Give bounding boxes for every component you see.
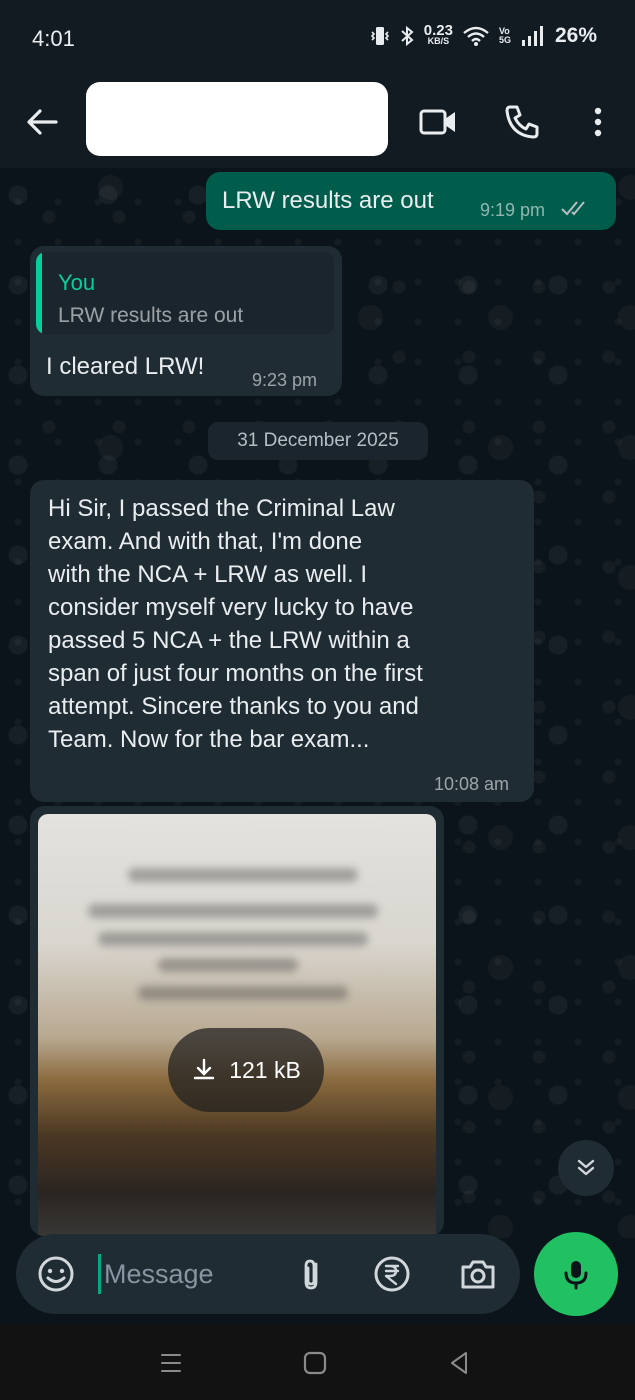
home-icon[interactable] — [300, 1348, 330, 1378]
message-time: 10:08 am — [434, 774, 510, 794]
back-nav-icon[interactable] — [444, 1348, 474, 1378]
image-message[interactable]: 121 kB — [30, 806, 444, 1236]
message-line: attempt. Sincere thanks to you and — [48, 693, 419, 720]
download-size: 121 kB — [229, 1056, 301, 1083]
quote-author: You — [58, 270, 96, 295]
text-cursor — [98, 1254, 101, 1294]
network-speed-value: 0.23 — [423, 22, 453, 39]
more-vert-icon[interactable] — [576, 100, 620, 144]
volte-bottom: 5G — [498, 35, 511, 45]
network-speed-unit: KB/S — [427, 36, 450, 46]
wifi-icon — [463, 26, 489, 46]
volte-indicator: Vo 5G — [499, 27, 511, 45]
blurred-image-preview[interactable]: 121 kB — [38, 814, 436, 1236]
recent-apps-icon[interactable] — [156, 1348, 186, 1378]
message-line: span of just four months on the first — [48, 660, 423, 687]
message-line: Hi Sir, I passed the Criminal Law — [48, 495, 395, 522]
date-separator: 31 December 2025 — [208, 422, 428, 460]
message-line: with the NCA + LRW as well. I — [48, 561, 368, 588]
message-line: consider myself very lucky to have — [48, 594, 414, 621]
blurred-text-line — [88, 904, 378, 918]
message-time: 9:19 pm — [480, 200, 546, 220]
double-check-icon — [561, 201, 585, 216]
download-button[interactable]: 121 kB — [168, 1028, 324, 1112]
outgoing-message[interactable]: LRW results are out 9:19 pm — [206, 172, 616, 230]
battery-percent: 26% — [554, 24, 597, 47]
contact-name[interactable] — [86, 82, 388, 156]
chevrons-down-icon — [577, 1159, 595, 1176]
blurred-text-line — [128, 868, 358, 882]
message-text: LRW results are out — [222, 187, 434, 214]
sticker-icon[interactable] — [36, 1254, 76, 1294]
message-line: exam. And with that, I'm done — [48, 528, 363, 555]
signal-icon — [521, 26, 543, 46]
status-time: 4:01 — [32, 26, 75, 51]
scroll-to-bottom-button[interactable] — [558, 1140, 614, 1196]
chat-header — [0, 78, 635, 168]
blurred-text-line — [98, 932, 368, 946]
phone-icon[interactable] — [500, 100, 544, 144]
network-speed: 0.23 KB/S — [423, 22, 453, 46]
voice-message-button[interactable] — [534, 1232, 618, 1316]
bluetooth-icon — [401, 25, 414, 47]
quote-text: LRW results are out — [58, 304, 244, 327]
blurred-text-line — [138, 986, 348, 1000]
system-navigation-bar — [0, 1324, 635, 1400]
rupee-icon[interactable] — [372, 1254, 412, 1294]
vibrate-icon — [370, 27, 389, 45]
compose-bar — [16, 1234, 520, 1314]
arrow-left-icon[interactable] — [22, 102, 62, 142]
incoming-message[interactable]: You LRW results are out I cleared LRW! 9… — [30, 246, 342, 396]
message-text: Hi Sir, I passed the Criminal Law exam. … — [48, 492, 423, 756]
quote-accent-bar — [36, 252, 42, 334]
blurred-text-line — [158, 958, 298, 972]
quoted-message[interactable]: You LRW results are out — [36, 252, 334, 334]
download-icon — [193, 1058, 215, 1080]
mic-icon — [564, 1261, 588, 1290]
paperclip-icon[interactable] — [292, 1254, 332, 1294]
camera-icon[interactable] — [458, 1254, 498, 1294]
status-icons: 0.23 KB/S Vo 5G 26% — [370, 22, 597, 48]
video-call-icon[interactable] — [416, 100, 460, 144]
message-time: 9:23 pm — [252, 370, 318, 390]
status-bar: 4:01 0.23 KB/S Vo 5G 26% — [0, 0, 635, 78]
incoming-message[interactable]: Hi Sir, I passed the Criminal Law exam. … — [30, 480, 534, 802]
message-input[interactable] — [104, 1252, 274, 1296]
message-line: passed 5 NCA + the LRW within a — [48, 627, 410, 654]
message-text: I cleared LRW! — [46, 353, 205, 380]
message-line: Team. Now for the bar exam... — [48, 726, 370, 753]
